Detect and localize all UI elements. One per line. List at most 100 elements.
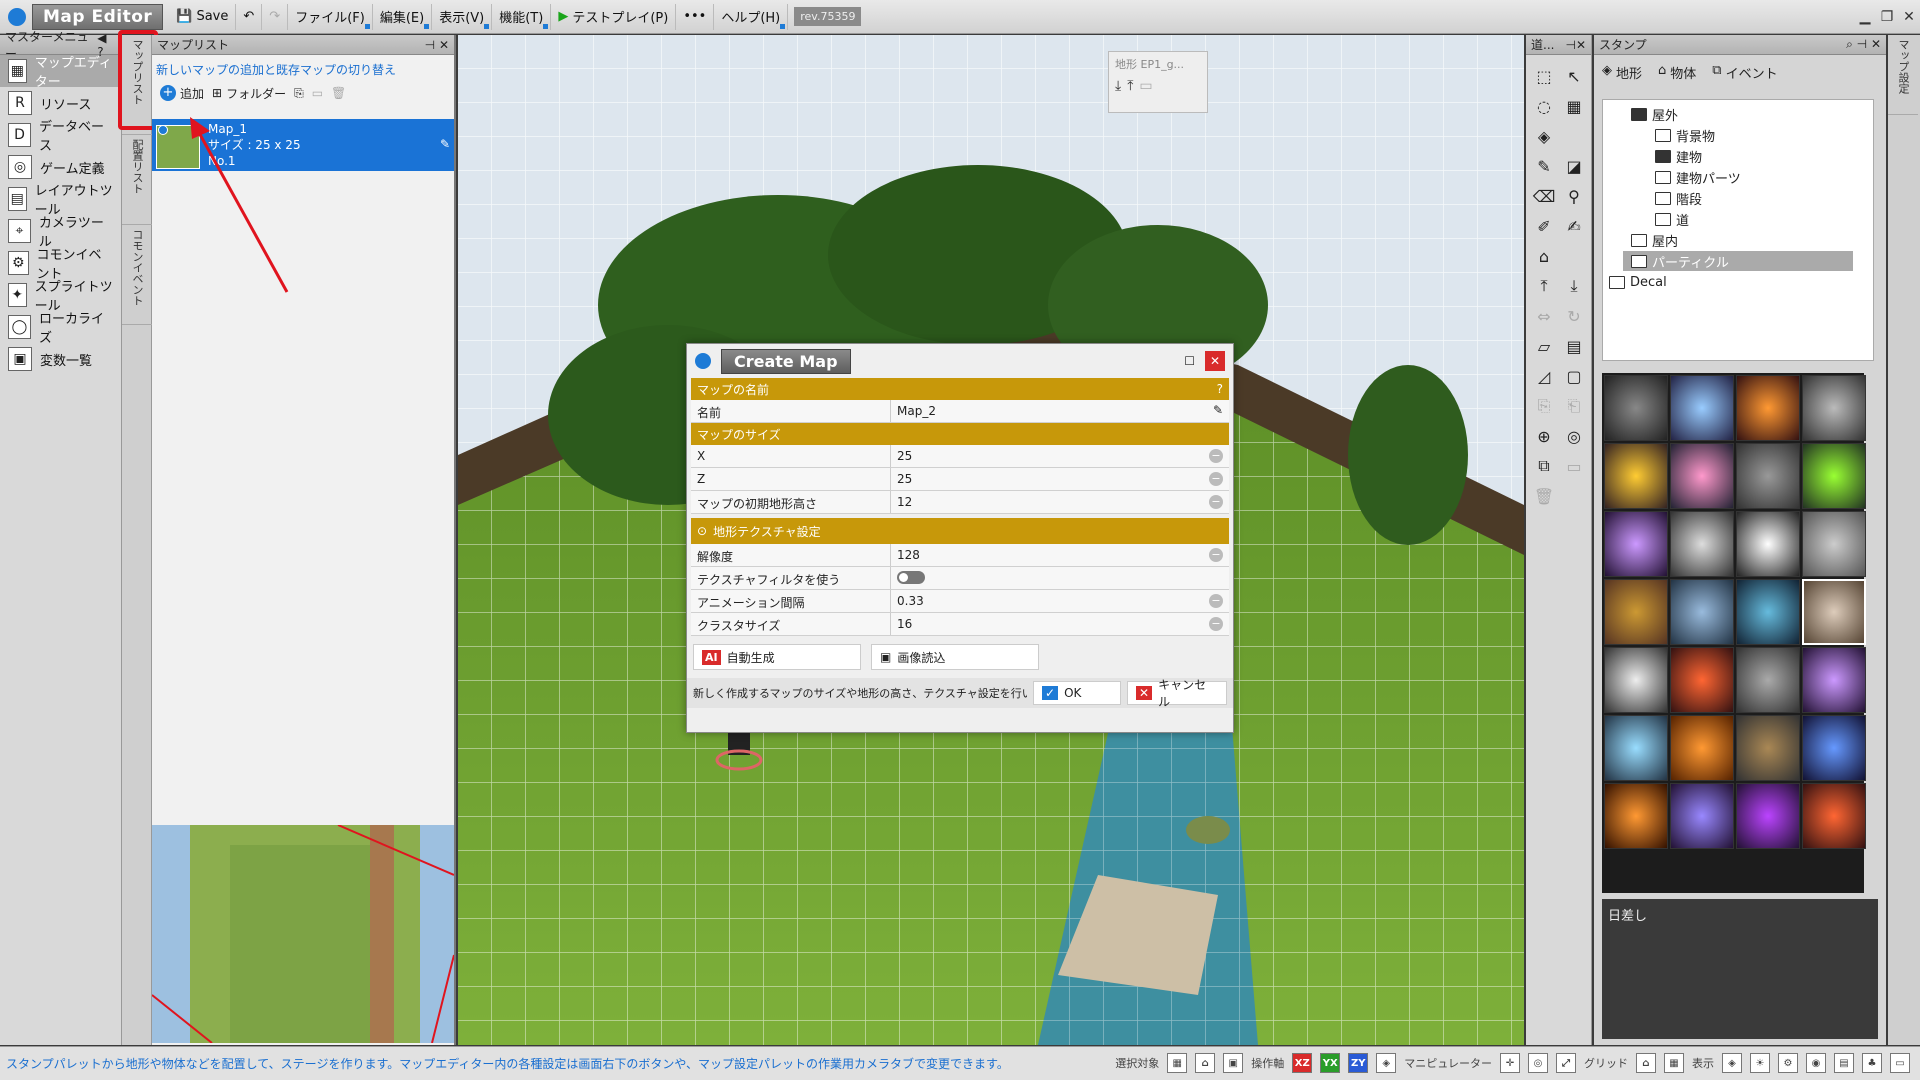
tree-node[interactable]: Decal <box>1609 272 1667 292</box>
add-folder-button[interactable]: ⊞ フォルダー <box>212 85 286 102</box>
particle-thumb[interactable] <box>1802 647 1866 713</box>
decrement-icon[interactable]: − <box>1209 617 1223 631</box>
particle-thumb[interactable] <box>1604 783 1668 849</box>
tree-node[interactable]: 建物パーツ <box>1655 167 1741 187</box>
particle-thumb[interactable] <box>1736 647 1800 713</box>
vtab-placement-list[interactable]: 配置リスト <box>122 135 152 225</box>
testplay-button[interactable]: ▶ テストプレイ(P) <box>551 3 677 30</box>
menu-database[interactable]: D データベース <box>0 119 121 154</box>
tree-node[interactable]: 背景物 <box>1655 125 1715 145</box>
cube-icon[interactable]: ◈ <box>1529 121 1559 151</box>
view-layer-icon[interactable]: ▭ <box>1890 1053 1910 1073</box>
eraser-icon[interactable]: ⌫ <box>1529 181 1559 211</box>
duplicate-icon[interactable]: ⧉ <box>1529 451 1559 481</box>
particle-thumb[interactable] <box>1736 783 1800 849</box>
decrement-icon[interactable]: − <box>1209 495 1223 509</box>
tree-node-selected[interactable]: パーティクル <box>1623 251 1853 271</box>
menu-view[interactable]: 表示(V) <box>432 3 493 30</box>
copy-map-button[interactable]: ⎘ <box>294 86 304 101</box>
particle-thumb[interactable] <box>1604 375 1668 441</box>
lasso-icon[interactable]: ◌ <box>1529 91 1559 121</box>
image-load-button[interactable]: ▣ 画像読込 <box>871 644 1039 670</box>
redo-button[interactable]: ↷ <box>262 3 289 30</box>
menu-map-editor[interactable]: ▦ マップエディター <box>0 55 121 90</box>
search-icon[interactable]: ⌕ ⊣ ✕ <box>1846 37 1881 52</box>
menu-help[interactable]: ヘルプ(H) <box>714 3 789 30</box>
menu-game-def[interactable]: ◎ ゲーム定義 <box>0 151 121 183</box>
clipboard-icon[interactable]: ▭ <box>1559 451 1589 481</box>
axis-zy-button[interactable]: ZY <box>1348 1053 1369 1073</box>
menu-camera-tool[interactable]: ⌖ カメラツール <box>0 215 121 250</box>
decrement-icon[interactable]: − <box>1209 472 1223 486</box>
maximize-button[interactable]: ❐ <box>1876 4 1898 30</box>
tree-node[interactable]: 屋内 <box>1631 230 1678 250</box>
particle-thumb[interactable] <box>1604 443 1668 509</box>
tab-object[interactable]: ⌂ 物体 <box>1658 63 1696 82</box>
trash-icon[interactable]: 🗑 <box>1529 481 1559 511</box>
decrement-icon[interactable]: − <box>1209 449 1223 463</box>
undo-button[interactable]: ↶ <box>236 3 263 30</box>
select-target-icon[interactable]: ▦ <box>1167 1053 1188 1073</box>
clear-icon[interactable]: ▭ <box>1139 78 1152 94</box>
paste-icon[interactable]: ⎗ <box>1559 391 1589 421</box>
animation-input[interactable]: 0.33− <box>891 590 1229 612</box>
edit-icon[interactable]: ✎ <box>440 137 450 151</box>
picker-icon[interactable]: ⚲ <box>1559 181 1589 211</box>
target-icon[interactable]: ◎ <box>1559 421 1589 451</box>
dialog-close-button[interactable]: ✕ <box>1205 351 1225 371</box>
particle-thumb[interactable] <box>1802 511 1866 577</box>
house-icon[interactable]: ⌂ <box>1529 241 1559 271</box>
brush-icon[interactable]: ✐ <box>1529 211 1559 241</box>
particle-thumb[interactable] <box>1802 783 1866 849</box>
flatten-icon[interactable]: ⇔ <box>1529 301 1559 331</box>
close-button[interactable]: ✕ <box>1898 4 1920 30</box>
particle-thumb[interactable] <box>1802 375 1866 441</box>
copy-icon[interactable]: ⎘ <box>1529 391 1559 421</box>
view-settings-icon[interactable]: ⚙ <box>1778 1053 1798 1073</box>
particle-thumb[interactable] <box>1736 511 1800 577</box>
particle-thumb[interactable] <box>1604 647 1668 713</box>
tree-node[interactable]: 道 <box>1655 209 1689 229</box>
tree-node[interactable]: 階段 <box>1655 188 1702 208</box>
section-texture[interactable]: ⊙ 地形テクスチャ設定 <box>691 518 1229 544</box>
decrement-icon[interactable]: − <box>1209 548 1223 562</box>
tab-terrain[interactable]: ◈ 地形 <box>1602 63 1642 82</box>
decrement-icon[interactable]: − <box>1209 594 1223 608</box>
minimap[interactable] <box>152 825 454 1043</box>
rotate-icon[interactable]: ↻ <box>1559 301 1589 331</box>
menu-sprite-tool[interactable]: ✦ スプライトツール <box>0 279 121 314</box>
move-gizmo-icon[interactable]: ✛ <box>1500 1053 1520 1073</box>
view-cube-icon[interactable]: ◈ <box>1722 1053 1742 1073</box>
view-map-icon[interactable]: ▤ <box>1834 1053 1854 1073</box>
x-input[interactable]: 25− <box>891 445 1229 467</box>
more-button[interactable]: ••• <box>676 3 715 30</box>
axis-yx-button[interactable]: YX <box>1320 1053 1341 1073</box>
tab-event[interactable]: ⧉ イベント <box>1712 63 1777 82</box>
particle-thumb[interactable] <box>1670 783 1734 849</box>
save-button[interactable]: 💾 Save <box>169 3 237 30</box>
lift-icon[interactable]: ⤒ <box>1127 78 1133 94</box>
menu-file[interactable]: ファイル(F) <box>288 3 373 30</box>
ok-button[interactable]: ✓ OK <box>1033 681 1121 705</box>
menu-localize[interactable]: ◯ ローカライズ <box>0 311 121 346</box>
select-icon[interactable]: ⬚ <box>1529 61 1559 91</box>
particle-thumb[interactable] <box>1802 579 1866 645</box>
resolution-input[interactable]: 128− <box>891 544 1229 566</box>
filter-toggle[interactable] <box>897 571 925 584</box>
menu-common-event[interactable]: ⚙ コモンイベント <box>0 247 121 282</box>
vtab-map-settings[interactable]: マップ設定 <box>1888 35 1918 115</box>
pin-close-icon[interactable]: ⊣ ✕ <box>425 38 449 52</box>
axis-xz-button[interactable]: XZ <box>1292 1053 1313 1073</box>
menu-resource[interactable]: R リソース <box>0 87 121 119</box>
help-icon[interactable]: ? <box>1217 382 1223 396</box>
particle-thumb[interactable] <box>1604 579 1668 645</box>
particle-thumb[interactable] <box>1670 375 1734 441</box>
lower-icon[interactable]: ⤓ <box>1559 271 1589 301</box>
particle-thumb[interactable] <box>1802 715 1866 781</box>
grid-select-icon[interactable]: ▦ <box>1559 91 1589 121</box>
grid-icon[interactable]: ⌂ <box>1636 1053 1656 1073</box>
stamp-icon[interactable]: ⊕ <box>1529 421 1559 451</box>
delete-map-button[interactable]: 🗑 <box>331 86 346 100</box>
dialog-maximize-button[interactable]: ☐ <box>1184 354 1195 368</box>
name-input[interactable]: Map_2 ✎ <box>891 400 1229 422</box>
